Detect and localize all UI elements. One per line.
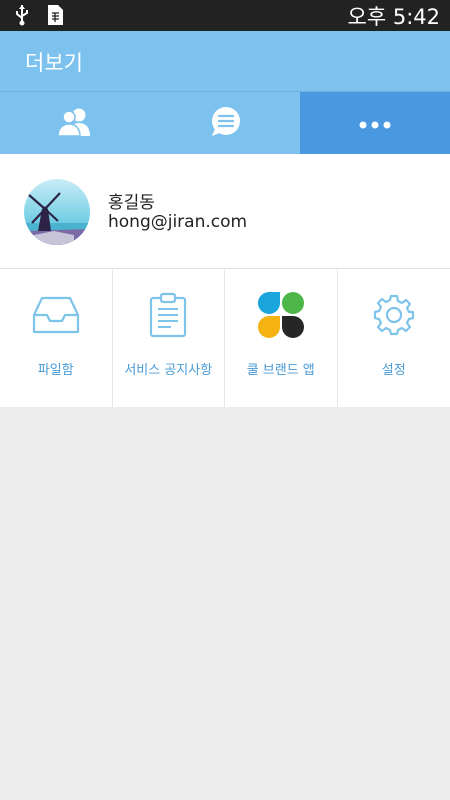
menu-grid: 파일함 서비스 공지사항 쿨 브랜드 앱 설정	[0, 269, 450, 407]
menu-item-notices[interactable]: 서비스 공지사항	[113, 269, 225, 407]
avatar[interactable]	[24, 179, 90, 245]
tab-bar	[0, 91, 450, 155]
tab-contacts[interactable]	[0, 92, 150, 155]
tab-more[interactable]	[300, 92, 450, 155]
app-bar: 더보기	[0, 31, 450, 91]
status-bar: 오후 5:42	[0, 0, 450, 31]
profile-card[interactable]: 홍길동 hong@jiran.com	[0, 154, 450, 269]
sim-icon	[46, 4, 64, 30]
menu-label: 서비스 공지사항	[124, 363, 213, 378]
usb-icon	[14, 4, 30, 30]
page-title: 더보기	[25, 51, 83, 75]
menu-label: 설정	[381, 363, 406, 378]
inbox-icon	[32, 295, 80, 339]
menu-item-brand-apps[interactable]: 쿨 브랜드 앱	[225, 269, 338, 407]
tab-chat[interactable]	[150, 92, 300, 155]
menu-item-settings[interactable]: 설정	[338, 269, 450, 407]
menu-label: 파일함	[37, 363, 74, 378]
contacts-icon	[57, 107, 93, 141]
profile-name: 홍길동	[108, 193, 155, 213]
clock: 오후 5:42	[347, 5, 440, 29]
brand-apps-icon	[256, 290, 306, 344]
menu-label: 쿨 브랜드 앱	[246, 363, 315, 378]
profile-email: hong@jiran.com	[108, 212, 248, 232]
chat-icon	[208, 106, 242, 142]
menu-item-file-box[interactable]: 파일함	[0, 269, 113, 407]
clipboard-icon	[149, 292, 187, 342]
gear-icon	[373, 294, 415, 340]
more-icon	[359, 114, 391, 133]
